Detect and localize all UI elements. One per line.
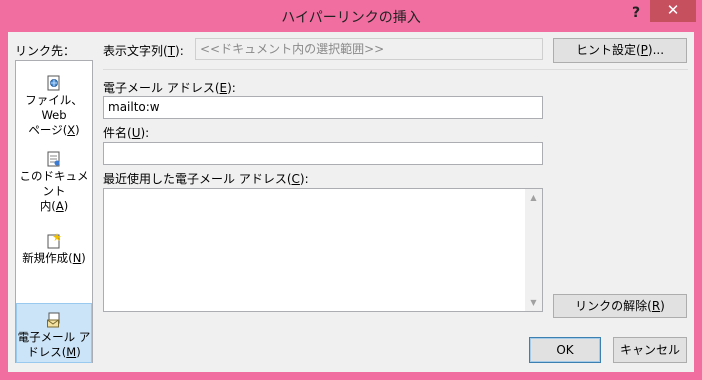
remove-link-button[interactable]: リンクの解除(R) <box>553 294 687 318</box>
new-document-icon <box>47 233 61 249</box>
email-address-label: 電子メール アドレス(E): <box>103 81 236 95</box>
recent-email-addresses-label: 最近使用した電子メール アドレス(C): <box>103 172 309 186</box>
sidebar-item-email-address[interactable]: 電子メール ア ドレス(M) <box>16 303 92 363</box>
scroll-down-arrow-icon[interactable]: ▼ <box>525 294 542 311</box>
scroll-up-arrow-icon[interactable]: ▲ <box>525 189 542 206</box>
cancel-button[interactable]: キャンセル <box>613 337 687 363</box>
insert-hyperlink-dialog: ハイパーリンクの挿入 ? ✕ リンク先： ファイル、Web ページ(X) このド… <box>0 0 702 380</box>
dialog-body: リンク先： ファイル、Web ページ(X) このドキュメント 内(A) 新規作成… <box>8 32 694 372</box>
ok-button[interactable]: OK <box>529 337 601 363</box>
vertical-scrollbar[interactable]: ▲ ▼ <box>525 189 542 311</box>
email-address-field[interactable]: mailto:w <box>103 96 543 119</box>
sidebar-item-label: ファイル、Web <box>25 93 83 122</box>
dialog-title: ハイパーリンクの挿入 <box>281 10 421 26</box>
document-place-icon <box>47 151 60 167</box>
sidebar-item-label: 電子メール ア <box>17 330 91 344</box>
web-page-icon <box>47 75 60 91</box>
link-to-label: リンク先： <box>15 44 76 58</box>
subject-label: 件名(U): <box>103 126 150 140</box>
email-icon <box>47 312 60 328</box>
divider <box>103 69 688 70</box>
screentip-button[interactable]: ヒント設定(P)... <box>553 38 687 63</box>
display-text-label: 表示文字列(T): <box>103 44 184 58</box>
subject-field[interactable] <box>103 142 543 165</box>
sidebar-item-label: 内(A) <box>39 199 69 213</box>
close-button[interactable]: ✕ <box>650 0 696 22</box>
sidebar-item-label: ドレス(M) <box>27 345 81 359</box>
sidebar-item-label: このドキュメント <box>19 169 89 198</box>
title-bar[interactable]: ハイパーリンクの挿入 ? ✕ <box>0 0 702 32</box>
link-to-bar: ファイル、Web ページ(X) このドキュメント 内(A) 新規作成(N) 電子… <box>15 60 93 363</box>
sidebar-item-label: ページ(X) <box>28 123 80 137</box>
recent-email-addresses-list[interactable]: ▲ ▼ <box>103 188 543 312</box>
sidebar-item-label: 新規作成(N) <box>22 251 86 265</box>
display-text-field[interactable]: <<ドキュメント内の選択範囲>> <box>195 38 543 60</box>
help-button[interactable]: ? <box>625 3 647 23</box>
sidebar-item-create-new-document[interactable]: 新規作成(N) <box>16 233 92 281</box>
sidebar-item-place-in-document[interactable]: このドキュメント 内(A) <box>16 151 92 213</box>
sidebar-item-existing-file-web-page[interactable]: ファイル、Web ページ(X) <box>16 75 92 137</box>
